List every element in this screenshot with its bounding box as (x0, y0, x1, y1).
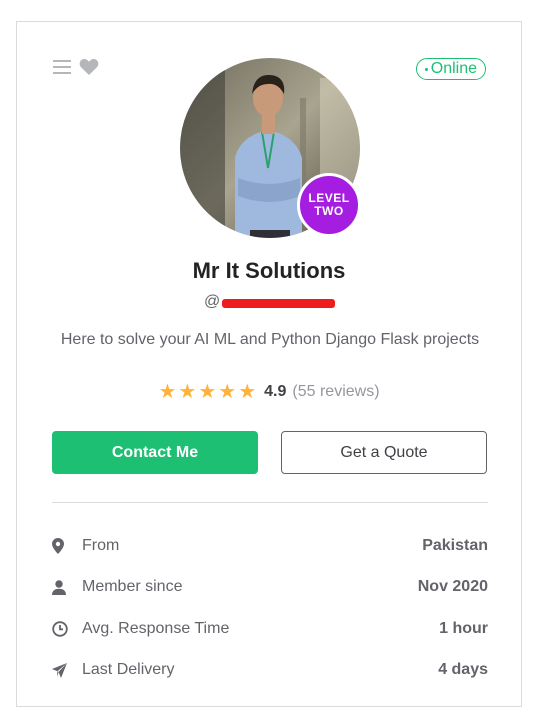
card-actions (53, 58, 99, 76)
star-icon: ★ (198, 381, 217, 403)
stat-row-from: From Pakistan (52, 525, 488, 567)
seller-name-link[interactable]: Mr It Solutions (193, 258, 346, 283)
contact-me-button[interactable]: Contact Me (52, 431, 258, 474)
star-icon: ★ (158, 381, 177, 403)
seller-handle: @ (204, 293, 336, 311)
stat-value: Nov 2020 (417, 578, 488, 596)
stat-value: Pakistan (422, 536, 488, 554)
seller-tagline: Here to solve your AI ML and Python Djan… (60, 331, 480, 348)
stat-label: Avg. Response Time (82, 619, 230, 637)
clock-icon (52, 621, 76, 637)
status-dot (424, 67, 428, 71)
stat-row-member-since: Member since Nov 2020 (52, 567, 488, 609)
user-icon (52, 580, 76, 595)
online-status-label: Online (430, 60, 477, 77)
stat-label: From (82, 536, 120, 554)
stat-row-response-time: Avg. Response Time 1 hour (52, 608, 488, 650)
menu-icon[interactable] (53, 59, 71, 75)
star-icon: ★ (178, 381, 197, 403)
stat-row-last-delivery: Last Delivery 4 days (52, 650, 488, 692)
badge-line-2: TWO (314, 204, 344, 218)
online-status-badge: Online (415, 58, 486, 80)
seller-stats: From Pakistan Member since Nov 2020 Avg.… (52, 525, 488, 691)
star-icon: ★ (238, 381, 257, 403)
star-rating: ★ ★ ★ ★ ★ (158, 382, 256, 402)
divider (52, 502, 488, 503)
seller-name: Mr It Solutions (17, 258, 521, 284)
avatar-container: LEVEL TWO (180, 58, 361, 238)
stat-value: 4 days (438, 661, 488, 679)
handle-prefix: @ (204, 293, 221, 310)
location-pin-icon (52, 537, 76, 554)
stat-label: Last Delivery (82, 661, 175, 679)
rating-score: 4.9 (264, 383, 287, 400)
rating[interactable]: ★ ★ ★ ★ ★ 4.9 (55 reviews) (17, 382, 521, 402)
seller-card: Online LEVEL TWO Mr It Solutions @ Here … (16, 21, 522, 707)
stat-label: Member since (82, 578, 183, 596)
review-count[interactable]: (55 reviews) (292, 383, 379, 401)
star-icon: ★ (218, 381, 237, 403)
stat-value: 1 hour (439, 619, 488, 637)
redacted-handle (222, 298, 336, 308)
level-two-badge: LEVEL TWO (297, 173, 361, 237)
paper-plane-icon (52, 662, 76, 678)
get-a-quote-button[interactable]: Get a Quote (281, 431, 487, 474)
heart-icon[interactable] (79, 58, 99, 76)
